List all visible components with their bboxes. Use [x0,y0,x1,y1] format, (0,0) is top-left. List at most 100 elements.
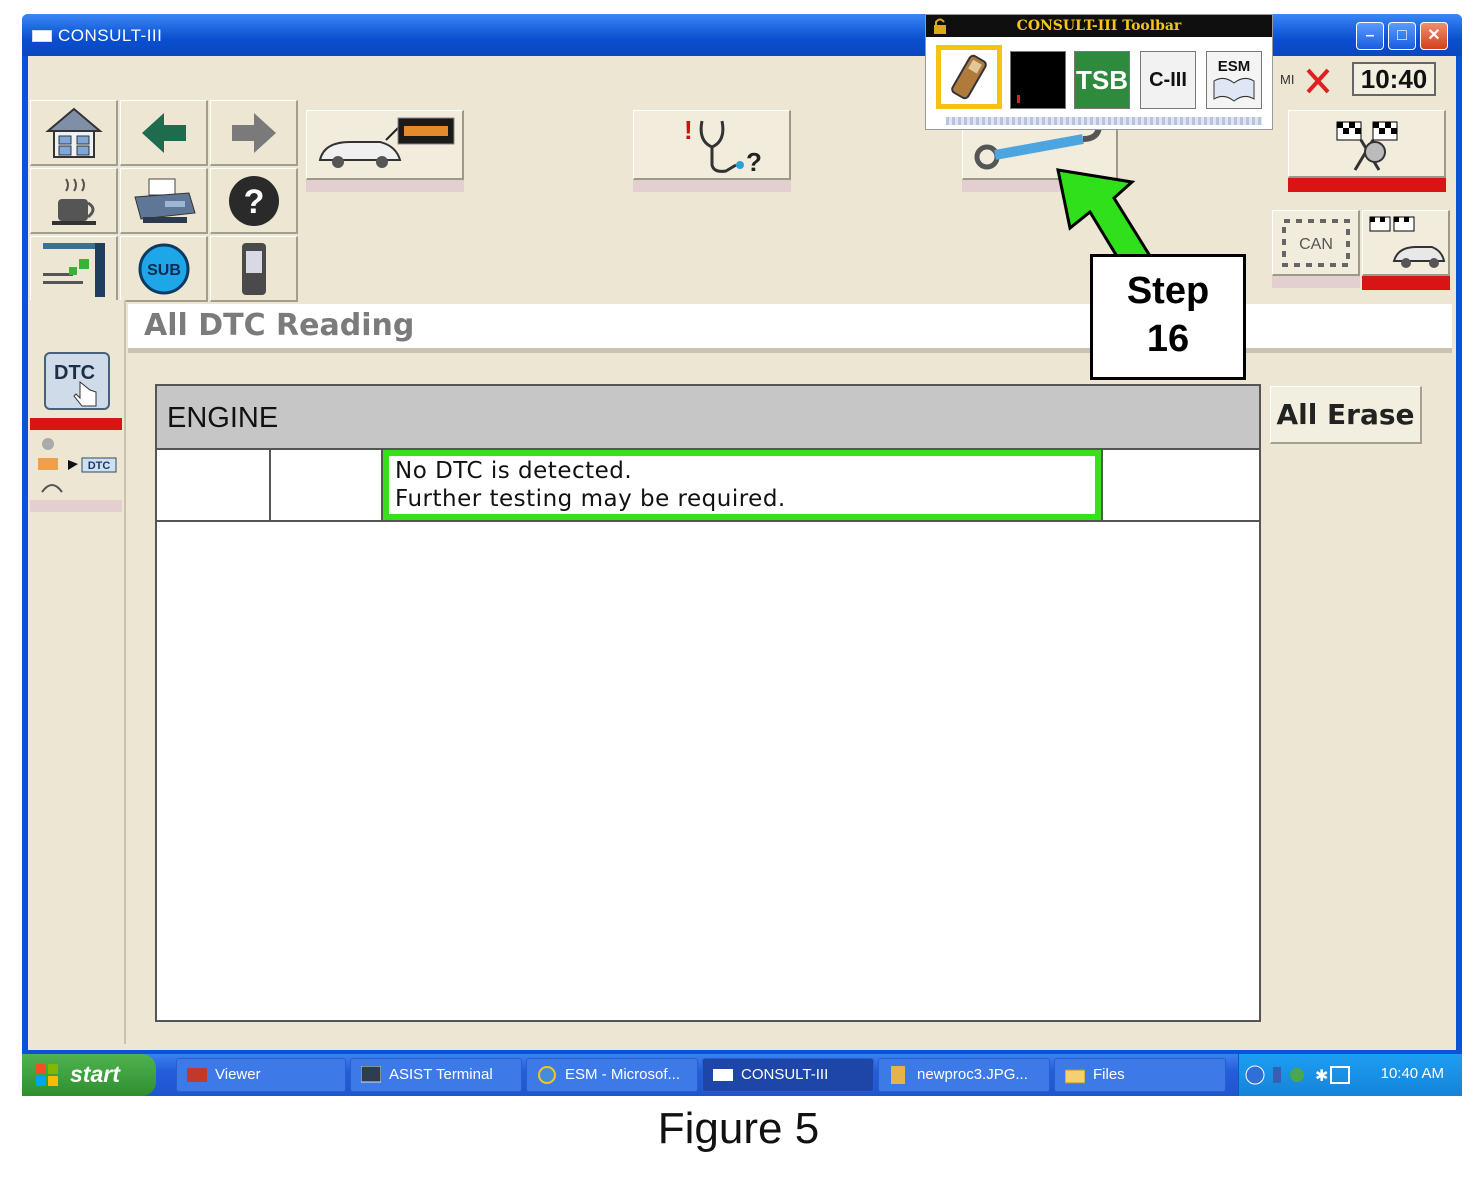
vehicle-screen-icon [318,117,454,168]
home-icon [44,107,103,158]
close-button[interactable]: ✕ [1420,22,1448,50]
task-label: ESM - Microsof... [565,1066,681,1083]
task-label: newproc3.JPG... [917,1066,1028,1083]
svg-text:✱: ✱ [1315,1066,1328,1085]
svg-text:!: ! [684,115,693,145]
window-title: CONSULT-III [58,26,163,45]
freeze-frame-button[interactable]: DTC [32,432,120,498]
work-support-button[interactable] [1288,110,1446,178]
diagnosis-button[interactable]: ! ? [633,110,791,180]
figure-caption: Figure 5 [657,1104,820,1153]
side-panel: DTC DTC [28,300,126,1044]
terminal-icon [361,1066,381,1083]
cell-divider [269,450,271,520]
book-icon [1213,77,1255,102]
can-diagnosis-button[interactable]: CAN [1272,210,1360,276]
forward-button[interactable] [210,100,298,166]
svg-text:SUB: SUB [147,262,181,279]
print-button[interactable] [120,168,208,234]
task-viewer[interactable]: Viewer [176,1058,346,1092]
back-arrow-icon [141,112,186,153]
task-newproc3[interactable]: newproc3.JPG... [878,1058,1050,1092]
svg-text:?: ? [243,183,264,221]
tray-icons: ✱ [1245,1065,1350,1085]
engine-dtc-icon: DTC [38,438,117,493]
system-tray: ✱ 10:40 AM [1238,1054,1462,1096]
screenshot-stage: CONSULT-III – □ ✕ ? SUB ! ? CAN CONSULT-… [0,0,1477,1189]
task-esm[interactable]: ESM - Microsof... [526,1058,698,1092]
forward-arrow-icon [231,112,276,153]
ecu-connection-icon [42,242,105,297]
page-title: All DTC Reading [144,308,415,343]
consult-toolbar-popup: CONSULT-III Toolbar TSB C-III ESM [925,14,1273,130]
vi-device-button[interactable] [210,236,298,302]
diagnosis-button-underline [633,180,791,192]
race-car-icon [1369,216,1445,268]
battery-icon [951,54,987,100]
mi-indicator: MI [1276,64,1336,98]
cell-divider [1101,450,1103,520]
window-icon [32,30,52,42]
lock-icon [934,18,946,34]
dtc-message-cell: No DTC is detected. Further testing may … [383,450,1101,520]
start-label: start [70,1061,120,1087]
svg-text:?: ? [746,147,762,177]
signal-meter-icon [1017,95,1020,103]
taskbar: start Viewer ASIST Terminal ESM - Micros… [22,1054,1462,1096]
diagnosis-stethoscope-icon: ! ? [684,115,762,177]
work-support-active-bar [1288,178,1446,192]
step-number: 16 [1146,318,1190,360]
tray-clock: 10:40 AM [1380,1065,1444,1082]
task-label: Files [1093,1066,1125,1083]
step-word: Step [1126,270,1210,312]
system-name: ENGINE [167,402,279,434]
hand-pointer-icon [73,380,97,407]
back-button[interactable] [120,100,208,166]
tsb-label: TSB [1076,64,1128,95]
help-button[interactable]: ? [210,168,298,234]
dtc-active-bar [30,418,122,430]
checkered-flags-icon [1336,121,1397,171]
start-button[interactable]: start [22,1054,156,1096]
all-erase-button[interactable]: All Erase [1270,386,1422,444]
minimize-button[interactable]: – [1356,22,1384,50]
task-files[interactable]: Files [1054,1058,1226,1092]
coffee-icon [51,177,96,225]
vehicle-race-button[interactable] [1362,210,1450,276]
system-header: ENGINE [157,386,1259,450]
task-consult-iii[interactable]: CONSULT-III [702,1058,874,1092]
dtc-mode-button[interactable]: DTC [44,352,110,410]
esm-button[interactable]: ESM [1206,51,1262,109]
window-icon [713,1069,733,1081]
home-button[interactable] [30,100,118,166]
vi-device-icon [241,242,266,295]
consult-toolbar-strip [946,117,1262,125]
dtc-results-table: ENGINE No DTC is detected. Further testi… [155,384,1261,1022]
internet-explorer-icon [538,1066,556,1084]
dtc-small-label: DTC [88,460,111,472]
mi-label: MI [1280,72,1295,87]
no-connection-icon [1306,68,1330,94]
battery-button[interactable] [936,45,1002,109]
maximize-button[interactable]: □ [1388,22,1416,50]
task-asist-terminal[interactable]: ASIST Terminal [350,1058,522,1092]
viewer-icon [187,1068,207,1082]
task-label: Viewer [215,1066,261,1083]
freeze-frame-underline [30,500,122,512]
folder-icon [1065,1069,1085,1084]
can-diagnosis-underline [1272,276,1360,288]
c3-button[interactable]: C-III [1140,51,1196,109]
coffee-break-button[interactable] [30,168,118,234]
ecu-connection-button[interactable] [30,236,118,302]
dtc-message-line-1: No DTC is detected. [395,458,633,484]
heading-divider [128,348,1452,353]
sub-mode-button[interactable]: SUB [120,236,208,302]
table-row[interactable]: No DTC is detected. Further testing may … [157,450,1259,522]
vehicle-screen-button[interactable] [306,110,464,180]
task-label: ASIST Terminal [389,1066,493,1083]
tsb-button[interactable]: TSB [1074,51,1130,109]
esm-label: ESM [1217,57,1251,75]
signal-meter-button[interactable] [1010,51,1066,109]
sub-icon: SUB [138,243,189,294]
vehicle-screen-button-underline [306,180,464,192]
